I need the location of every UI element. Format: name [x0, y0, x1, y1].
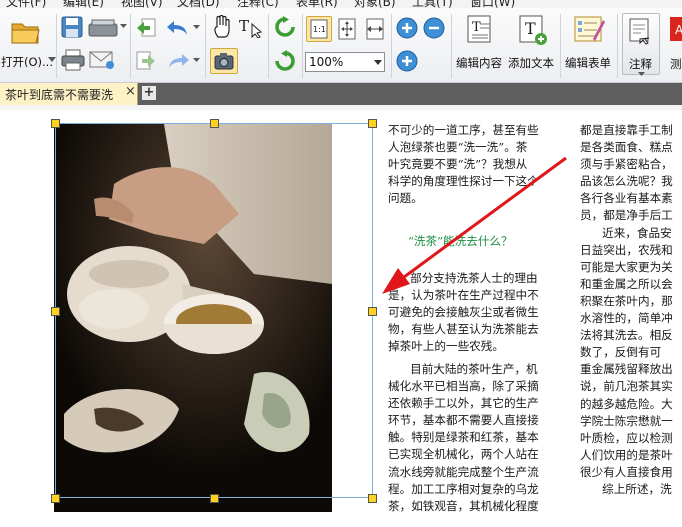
arrow-head	[382, 268, 410, 294]
annotation-arrow	[382, 156, 567, 294]
arrow-shaft	[399, 156, 567, 282]
